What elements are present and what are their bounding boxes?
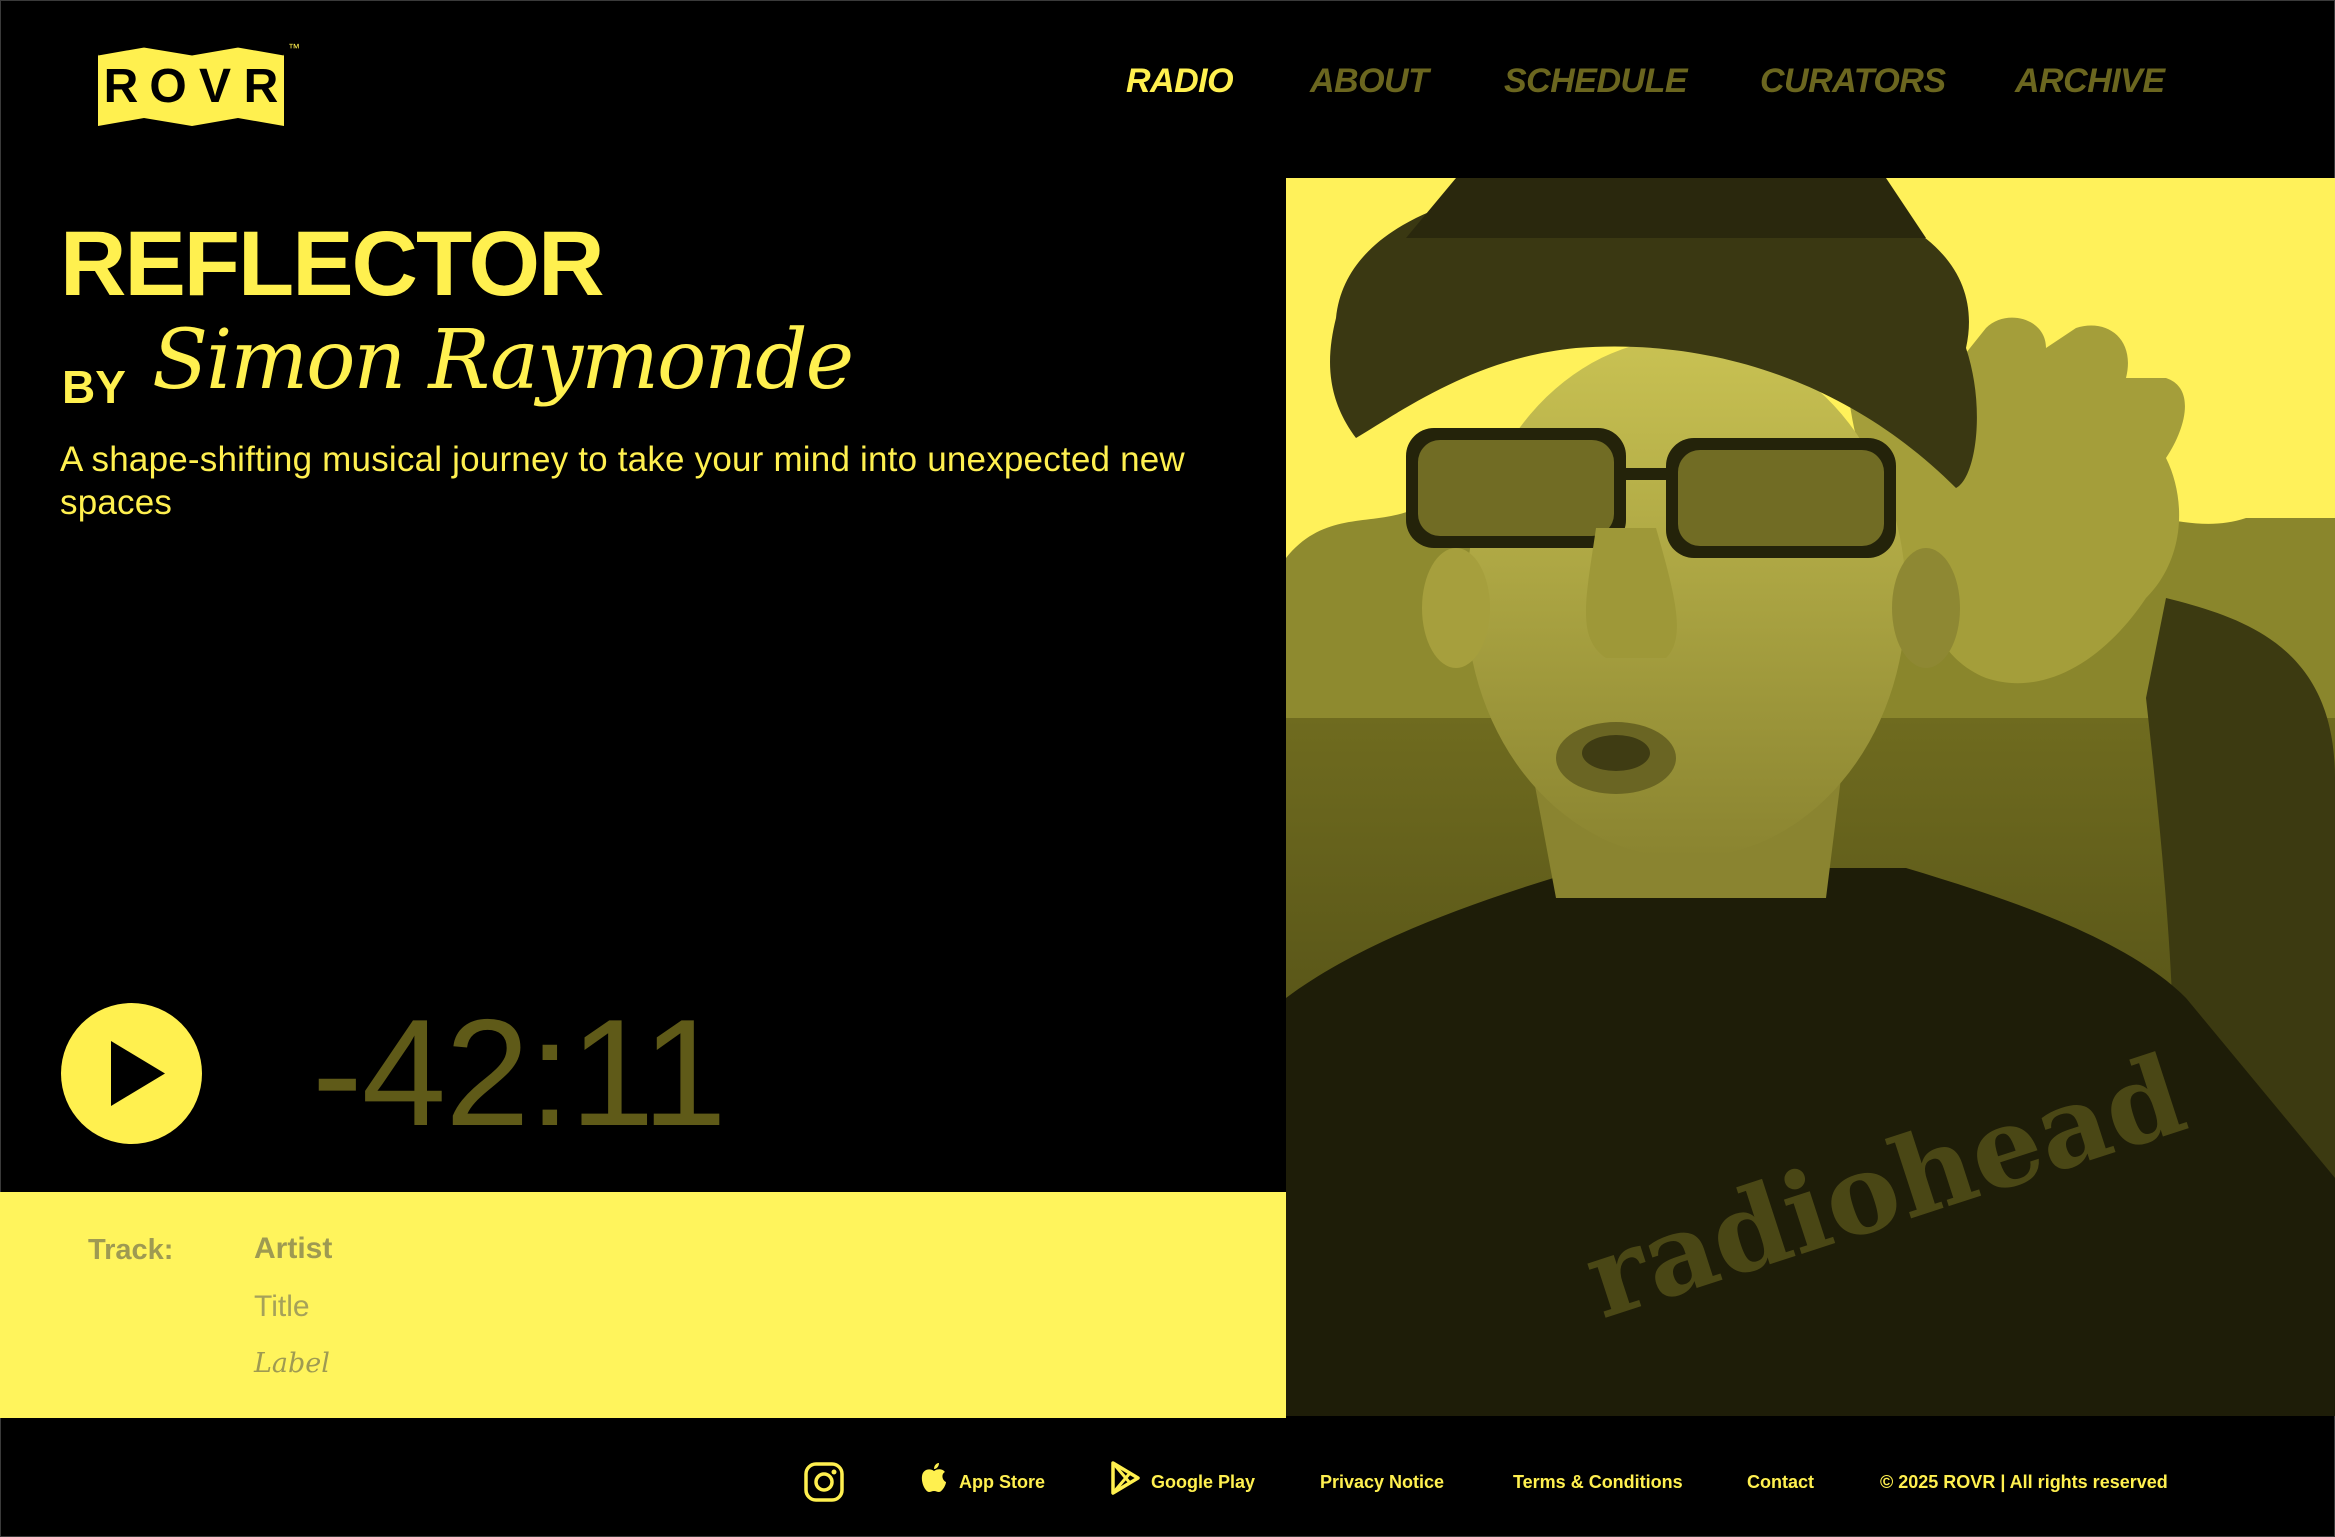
nav-archive[interactable]: ARCHIVE (2015, 62, 2165, 101)
track-heading: Track: (88, 1234, 174, 1266)
nav-curators[interactable]: CURATORS (1760, 62, 1946, 101)
time-remaining: -42:11 (312, 988, 727, 1158)
app-store-link[interactable]: App Store (959, 1472, 1045, 1493)
apple-icon[interactable] (920, 1460, 948, 1499)
curator-name[interactable]: Simon Raymonde (152, 317, 854, 404)
play-icon (111, 1041, 165, 1106)
track-artist: Artist (254, 1232, 333, 1265)
google-play-link[interactable]: Google Play (1151, 1472, 1255, 1493)
privacy-notice-link[interactable]: Privacy Notice (1320, 1472, 1444, 1493)
track-label: Label (254, 1348, 330, 1379)
logo-trademark: ™ (288, 41, 300, 55)
curator-photo: radiohead (1286, 178, 2335, 1416)
track-info-panel: Track: Artist Title Label (0, 1192, 1286, 1418)
show-title: REFLECTOR (60, 213, 605, 315)
track-title: Title (254, 1290, 310, 1323)
by-label: BY (62, 361, 126, 413)
footer: App Store Google Play Privacy Notice Ter… (0, 1420, 2335, 1537)
copyright-text: © 2025 ROVR | All rights reserved (1880, 1472, 2168, 1492)
terms-link[interactable]: Terms & Conditions (1513, 1472, 1683, 1493)
contact-link[interactable]: Contact (1747, 1472, 1814, 1493)
nav-schedule[interactable]: SCHEDULE (1504, 62, 1688, 101)
nav-about[interactable]: ABOUT (1310, 62, 1429, 101)
nav-radio[interactable]: RADIO (1126, 62, 1234, 101)
show-description: A shape-shifting musical journey to take… (60, 440, 1185, 522)
instagram-icon[interactable] (803, 1461, 845, 1508)
google-play-icon[interactable] (1110, 1461, 1142, 1500)
main-nav: RADIO ABOUT SCHEDULE CURATORS ARCHIVE (0, 62, 2335, 108)
play-button[interactable] (61, 1003, 202, 1144)
